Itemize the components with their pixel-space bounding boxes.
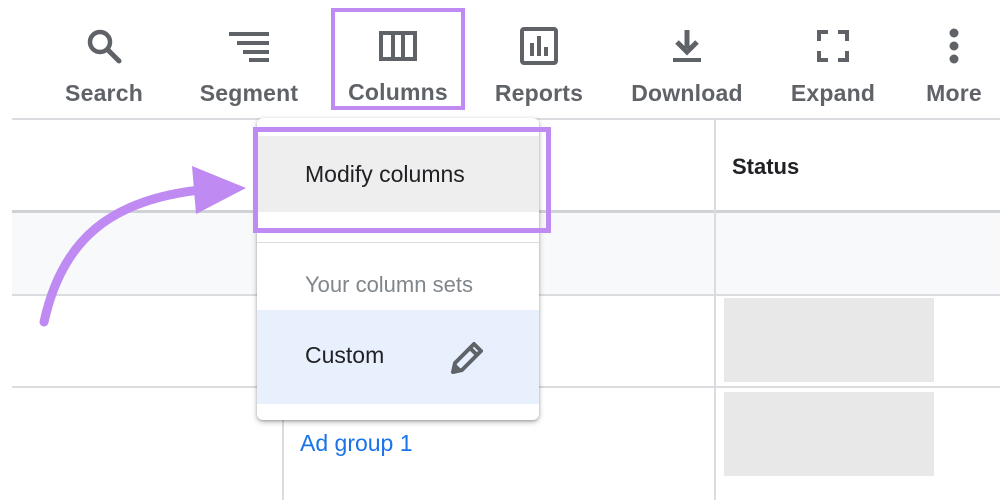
download-button[interactable]: Download <box>626 8 748 110</box>
expand-icon <box>811 24 855 68</box>
reports-icon <box>517 24 561 68</box>
annotation-arrow-icon <box>39 166 246 327</box>
reports-button[interactable]: Reports <box>490 8 588 110</box>
download-icon <box>665 24 709 68</box>
column-divider <box>714 118 716 500</box>
pencil-icon[interactable] <box>447 338 487 383</box>
custom-column-set-item[interactable]: Custom <box>257 310 539 404</box>
status-cell <box>724 392 934 476</box>
status-cell <box>724 298 934 382</box>
menu-divider <box>257 242 539 243</box>
columns-icon <box>376 24 420 67</box>
expand-label: Expand <box>790 80 876 106</box>
status-column-header[interactable]: Status <box>732 154 799 180</box>
columns-label: Columns <box>348 79 448 105</box>
ad-group-link[interactable]: Ad group 1 <box>300 430 413 457</box>
page: Search Segment Columns Reports Download … <box>0 0 1000 500</box>
column-sets-heading: Your column sets <box>305 272 473 297</box>
modify-columns-highlight <box>253 127 551 233</box>
custom-label: Custom <box>305 342 385 368</box>
more-button[interactable]: More <box>918 8 990 110</box>
reports-label: Reports <box>494 80 584 106</box>
expand-button[interactable]: Expand <box>786 8 880 110</box>
more-vertical-icon <box>932 24 976 68</box>
more-label: More <box>926 80 982 106</box>
columns-button[interactable]: Columns <box>331 8 465 110</box>
download-label: Download <box>631 80 743 106</box>
